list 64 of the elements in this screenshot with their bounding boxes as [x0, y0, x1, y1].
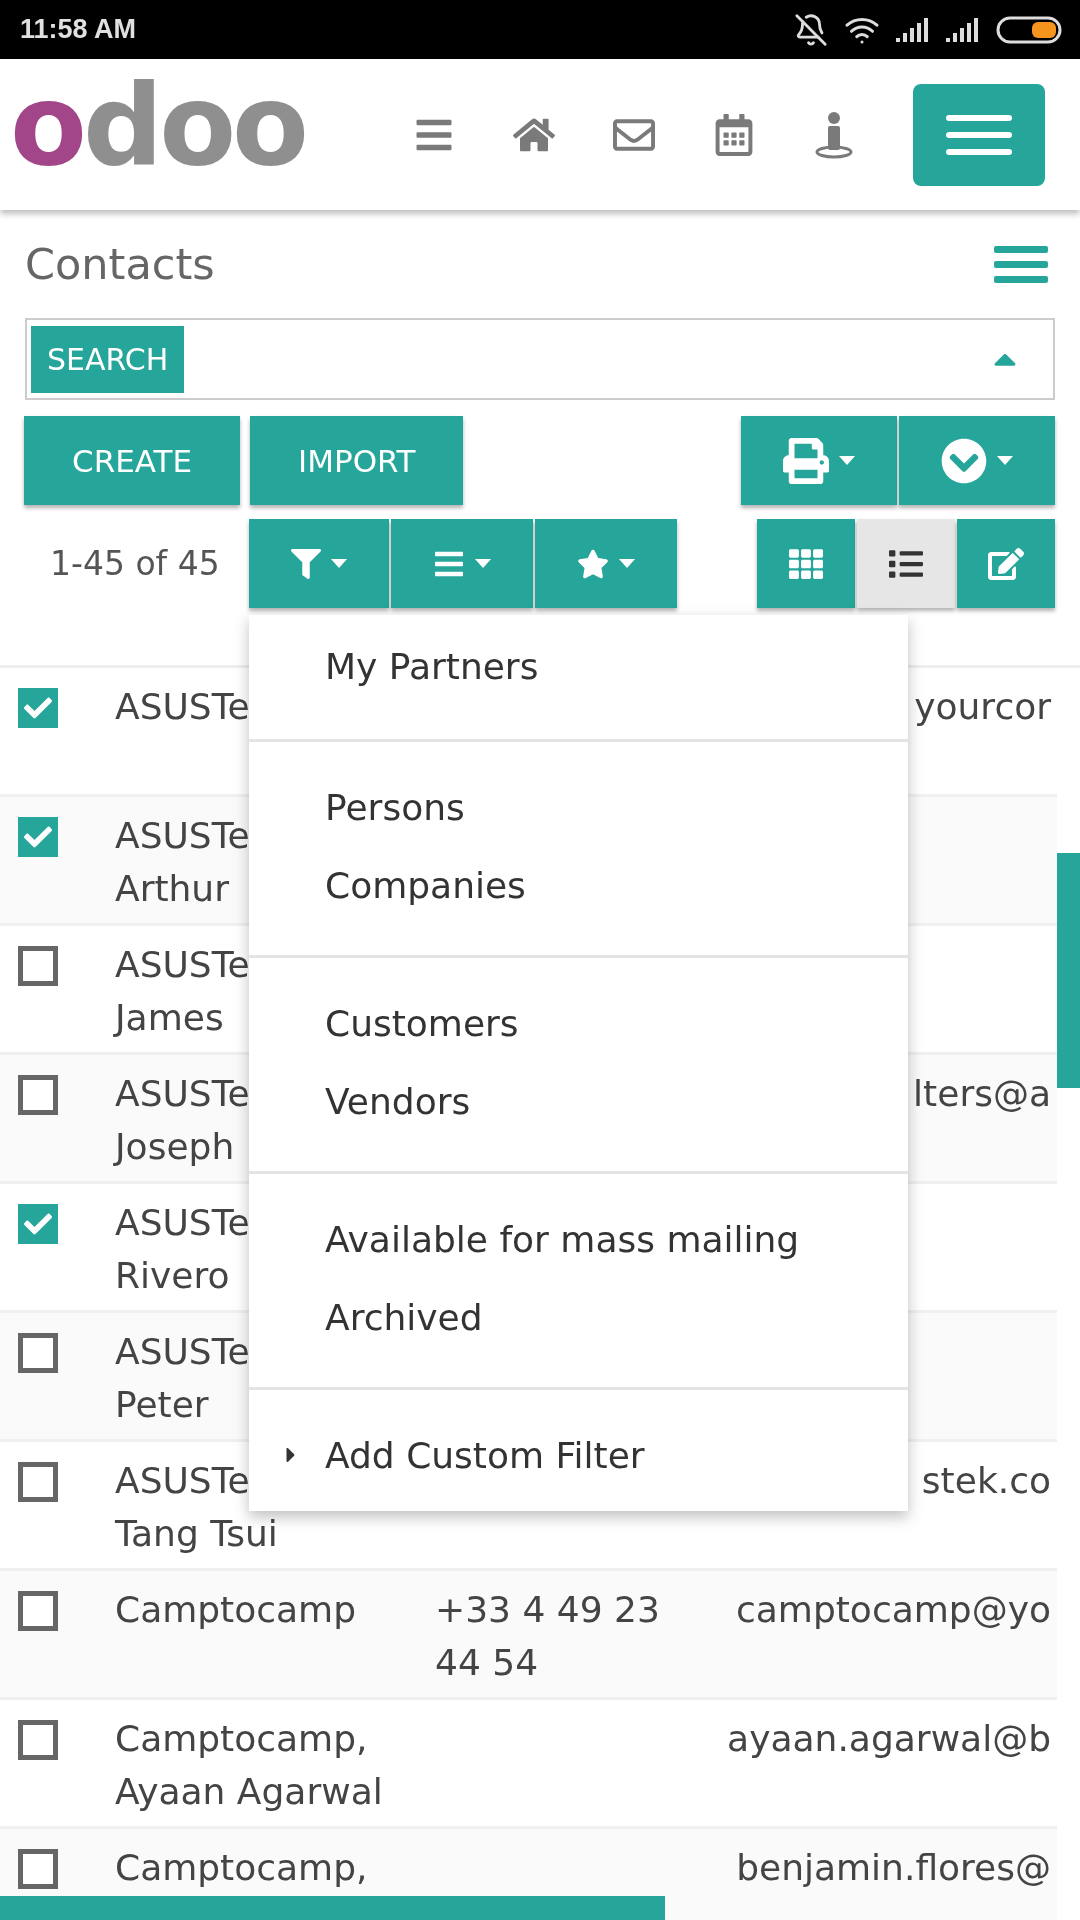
- caret-icon: [997, 456, 1013, 465]
- scrollbar[interactable]: [0, 1896, 665, 1920]
- menu-item[interactable]: Archived: [249, 1278, 908, 1356]
- checkbox[interactable]: [18, 1849, 58, 1889]
- caret-icon: [839, 456, 855, 465]
- name-cell-text: ASUSTe: [115, 685, 250, 729]
- clock-time: 11:58 AM: [20, 14, 137, 45]
- caret-icon: [331, 559, 347, 568]
- checkbox[interactable]: [18, 1720, 58, 1760]
- person-icon[interactable]: [813, 111, 855, 158]
- name-cell-text: ASUSTe Rivero: [115, 1201, 250, 1298]
- menu-item[interactable]: Persons: [249, 768, 908, 846]
- checkbox[interactable]: [18, 688, 58, 728]
- name-cell-text: ASUSTe Joseph: [115, 1072, 250, 1169]
- printer-icon: [783, 437, 829, 484]
- page-title: Contacts: [25, 239, 215, 289]
- menu-item[interactable]: Available for mass mailing: [249, 1200, 908, 1278]
- email-cell: benjamin.flores@: [736, 1847, 1051, 1888]
- edit-icon: [988, 545, 1024, 582]
- checkbox[interactable]: [18, 1591, 58, 1631]
- checkbox[interactable]: [18, 1462, 58, 1502]
- checkbox[interactable]: [18, 946, 58, 986]
- email-cell: stek.co: [921, 1460, 1051, 1501]
- name-cell-text: Camptocamp, Ayaan Agarwal: [115, 1717, 383, 1814]
- name-cell-text: Camptocamp: [115, 1588, 357, 1632]
- name-cell-text: ASUSTe Peter: [115, 1330, 250, 1427]
- filter-button[interactable]: [249, 519, 389, 608]
- menu-button[interactable]: [913, 83, 1045, 186]
- checkbox[interactable]: [18, 1075, 58, 1115]
- name-cell-text: ASUSTe Arthur: [115, 814, 250, 911]
- caret-icon: [475, 559, 491, 568]
- menu-item[interactable]: Companies: [249, 846, 908, 924]
- bell-off-icon: [794, 12, 828, 47]
- view-button[interactable]: [857, 519, 955, 608]
- battery-icon: [996, 15, 1062, 44]
- logo: odoo: [10, 68, 305, 181]
- checkbox[interactable]: [18, 1204, 58, 1244]
- star-icon: [577, 547, 609, 580]
- grid-icon: [789, 546, 823, 581]
- name-cell-text: ASUSTe James: [115, 943, 250, 1040]
- checkbox[interactable]: [18, 1333, 58, 1373]
- favorites-button[interactable]: [535, 519, 677, 608]
- group-by-button[interactable]: [391, 519, 533, 608]
- signal-icon: [946, 17, 980, 42]
- menu-item[interactable]: My Partners: [249, 627, 908, 705]
- pager: 1-45 of 45: [50, 544, 221, 583]
- checkbox[interactable]: [18, 817, 58, 857]
- calendar-icon[interactable]: [713, 111, 755, 158]
- email-cell: lters@a: [913, 1073, 1051, 1114]
- name-cell-text: Camptocamp,: [115, 1846, 368, 1890]
- filter-icon: [291, 548, 321, 579]
- scrollbar[interactable]: [1057, 853, 1080, 1088]
- menu-item[interactable]: Customers: [249, 984, 908, 1062]
- email-cell: yourcor: [914, 686, 1051, 727]
- print-button[interactable]: [741, 416, 897, 505]
- search-facet: SEARCH: [31, 325, 185, 393]
- email-cell: camptocamp@yo: [735, 1589, 1051, 1630]
- menu-item[interactable]: Vendors: [249, 1062, 908, 1140]
- phone-cell: +33 4 49 23 44 54: [435, 1589, 660, 1683]
- caret-icon: [619, 559, 635, 568]
- menu-icon[interactable]: [994, 245, 1048, 283]
- action-menu-button[interactable]: [899, 416, 1055, 505]
- signal-icon: [896, 17, 930, 42]
- email-cell: ayaan.agarwal@b: [727, 1718, 1051, 1759]
